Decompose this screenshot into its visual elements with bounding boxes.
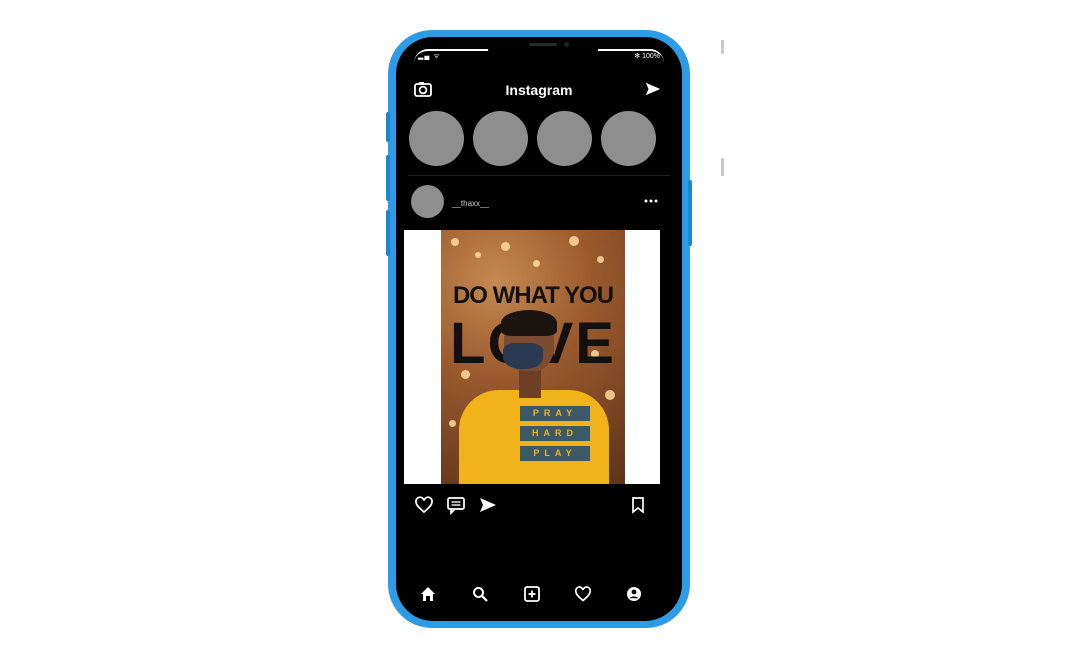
phone-screen: ▂▄ ᯤ ✻ 100% Instagram __thaxx__ DO WHAT … — [396, 37, 682, 621]
person-mask — [503, 343, 543, 369]
signal-indicator: ▂▄ ᯤ — [418, 53, 441, 60]
comment-icon[interactable] — [446, 495, 466, 515]
more-icon[interactable] — [644, 198, 658, 204]
battery-indicator: ✻ 100% — [634, 53, 660, 60]
status-bar: ▂▄ ᯤ ✻ 100% — [396, 37, 682, 65]
shirt-text: HARD — [520, 426, 590, 441]
photo-caption-line1: DO WHAT YOU — [452, 282, 614, 309]
post-photo: DO WHAT YOU LOVE PRAY HARD PLAY — [441, 230, 625, 484]
top-bar: Instagram — [396, 77, 682, 105]
search-icon[interactable] — [471, 585, 489, 603]
volume-down-button — [386, 210, 390, 256]
profile-icon[interactable] — [625, 585, 643, 603]
post-actions — [396, 495, 682, 519]
front-camera — [564, 42, 569, 47]
notch — [488, 37, 598, 65]
story-circle[interactable] — [473, 111, 528, 166]
post-username[interactable]: __thaxx__ — [452, 199, 489, 208]
volume-up-button — [386, 155, 390, 201]
power-button — [688, 180, 692, 246]
story-circle[interactable] — [601, 111, 656, 166]
post-image[interactable]: DO WHAT YOU LOVE PRAY HARD PLAY — [404, 230, 660, 484]
shirt-text: PLAY — [520, 446, 590, 461]
phone-frame: ▂▄ ᯤ ✻ 100% Instagram __thaxx__ DO WHAT … — [386, 30, 692, 628]
stories-tray — [409, 111, 669, 167]
post-header: __thaxx__ — [396, 185, 682, 225]
shirt-text: PRAY — [520, 406, 590, 421]
person-hair — [501, 310, 557, 336]
story-circle[interactable] — [409, 111, 464, 166]
stray-mark — [721, 40, 724, 54]
app-title: Instagram — [505, 82, 573, 98]
story-circle[interactable] — [537, 111, 592, 166]
bookmark-icon[interactable] — [628, 495, 648, 515]
stray-mark — [721, 158, 724, 176]
bottom-nav — [396, 581, 682, 611]
mute-switch — [386, 112, 390, 142]
person-shirt: PRAY HARD PLAY — [459, 390, 609, 484]
send-icon[interactable] — [644, 80, 662, 98]
share-icon[interactable] — [478, 495, 498, 515]
heart-icon[interactable] — [414, 495, 434, 515]
divider — [408, 175, 670, 176]
add-post-icon[interactable] — [523, 585, 541, 603]
home-icon[interactable] — [419, 585, 437, 603]
avatar[interactable] — [411, 185, 444, 218]
speaker — [529, 43, 557, 46]
person-neck — [519, 368, 541, 398]
activity-heart-icon[interactable] — [574, 585, 592, 603]
